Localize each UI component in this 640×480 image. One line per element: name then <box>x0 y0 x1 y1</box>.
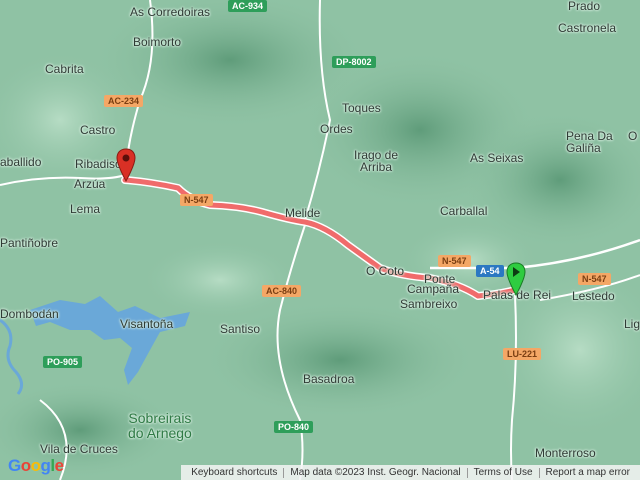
place-visantona: Visantoña <box>120 317 174 331</box>
place-pantinobre: Pantiñobre <box>0 236 59 250</box>
place-toques: Toques <box>342 101 381 115</box>
place-arzua: Arzúa <box>74 177 106 191</box>
place-santiso: Santiso <box>220 322 261 336</box>
place-ordes: Ordes <box>320 122 353 136</box>
place-boimorto: Boimorto <box>133 35 182 49</box>
place-sambreixo: Sambreixo <box>400 297 458 311</box>
place-dombodan: Dombodán <box>0 307 59 321</box>
map-canvas[interactable]: As Corredoiras Boimorto Cabrita Castro R… <box>0 0 640 480</box>
keyboard-shortcuts-link[interactable]: Keyboard shortcuts <box>191 467 277 478</box>
road-shield-dp8002: DP-8002 <box>332 56 376 68</box>
place-cabrita: Cabrita <box>45 62 84 76</box>
place-prado: Prado <box>568 0 601 13</box>
google-logo: Google <box>8 456 64 475</box>
map-footer: Keyboard shortcuts Map data ©2023 Inst. … <box>181 465 640 480</box>
place-o-coto: O Coto <box>366 264 405 278</box>
road-shield-ac840: AC-840 <box>262 285 302 297</box>
start-marker-icon[interactable] <box>506 262 526 296</box>
place-pena-galina: Pena Da Galiña <box>566 129 613 155</box>
road-shield-ac234: AC-234 <box>104 95 144 107</box>
road-shield-n547-east: N-547 <box>578 273 611 285</box>
place-caballido: aballido <box>0 155 42 169</box>
place-sobreirais: Sobreirais do Arnego <box>128 410 192 441</box>
place-ribadiso: Ribadiso <box>75 157 122 171</box>
place-vila-cruces: Vila de Cruces <box>40 442 118 456</box>
road-shield-n547-mid: N-547 <box>438 255 471 267</box>
place-as-seixas: As Seixas <box>470 151 524 165</box>
place-lema: Lema <box>70 202 101 216</box>
place-lig: Lig <box>624 317 640 331</box>
road-shield-po840: PO-840 <box>274 421 314 433</box>
road-shield-po905: PO-905 <box>43 356 83 368</box>
place-o-right: O <box>628 129 638 143</box>
road-shield-a54: A-54 <box>476 265 504 277</box>
place-as-corredoiras: As Corredoiras <box>130 5 211 19</box>
place-lestedo: Lestedo <box>572 289 615 303</box>
place-castro: Castro <box>80 123 116 137</box>
place-campana: Campaña <box>407 282 460 296</box>
road-shield-n547-west: N-547 <box>180 194 213 206</box>
end-marker-icon[interactable] <box>116 148 136 182</box>
terrain-layer <box>0 0 640 480</box>
terms-link[interactable]: Terms of Use <box>474 467 533 478</box>
place-castronela: Castronela <box>558 21 617 35</box>
road-shield-ac934: AC-934 <box>228 0 268 12</box>
place-irago: Irago de Arriba <box>354 148 399 174</box>
road-shield-lu221: LU-221 <box>503 348 542 360</box>
map-data-attribution: Map data ©2023 Inst. Geogr. Nacional <box>290 467 461 478</box>
place-melide: Melide <box>285 206 321 220</box>
report-error-link[interactable]: Report a map error <box>546 467 630 478</box>
place-monterroso: Monterroso <box>535 446 596 460</box>
place-carballal: Carballal <box>440 204 488 218</box>
place-basadroa: Basadroa <box>303 372 355 386</box>
